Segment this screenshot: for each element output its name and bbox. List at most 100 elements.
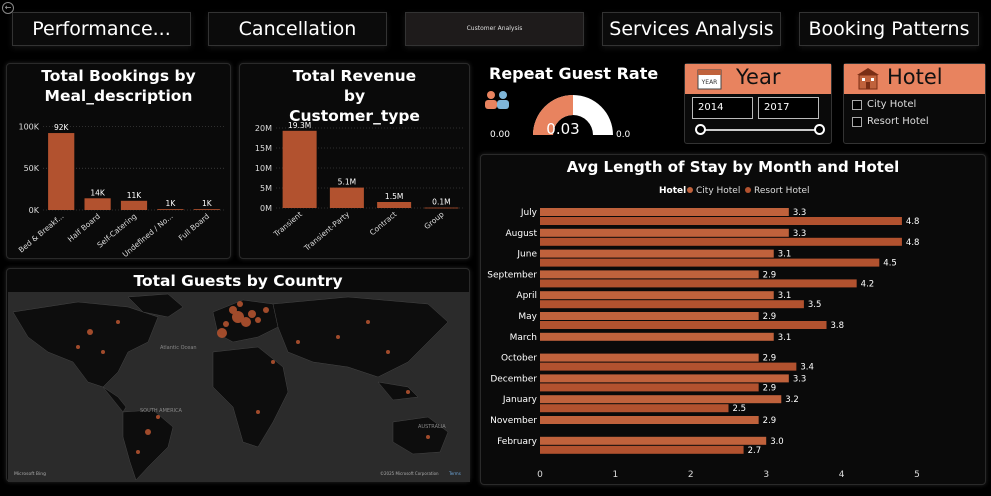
bar — [193, 209, 220, 210]
x-tick-label: 0 — [537, 470, 543, 480]
data-label: 3.1 — [778, 333, 792, 343]
y-tick-label: July — [520, 208, 538, 218]
y-tick-label: 20M — [255, 124, 272, 133]
asia-shape — [272, 296, 449, 378]
checkbox[interactable] — [852, 99, 862, 110]
data-label: 3.3 — [793, 208, 807, 218]
bar — [540, 395, 782, 404]
bar — [540, 208, 789, 216]
data-label: 3.2 — [785, 395, 799, 405]
y-tick-label: September — [487, 270, 537, 280]
year-from-input[interactable]: 2014 — [692, 97, 753, 119]
x-tick-label: Transient-Party — [302, 209, 352, 253]
bar — [84, 198, 111, 210]
hotel-option-label: City Hotel — [867, 99, 917, 110]
central-america-shape — [102, 386, 127, 413]
avg-stay-bar-chart: Hotel City Hotel Resort Hotel 0 1 2 3 4 5 July 3.3… — [487, 186, 920, 480]
data-label: 5.1M — [338, 178, 356, 187]
tab-services-analysis[interactable]: Services Analysis — [602, 12, 781, 46]
australia-shape — [392, 416, 449, 455]
y-tick-label: April — [516, 291, 537, 301]
bar — [540, 217, 902, 225]
data-label: 4.2 — [861, 279, 875, 289]
bar — [540, 237, 902, 246]
y-tick-label: 0K — [29, 206, 40, 215]
y-tick-label: 10M — [255, 164, 272, 173]
x-tick-label: 2 — [688, 470, 694, 480]
data-label: 1.5M — [385, 192, 403, 201]
data-label: 3.1 — [778, 250, 792, 260]
data-label: 3.0 — [770, 437, 784, 447]
data-label: 2.9 — [763, 416, 777, 426]
bar — [540, 279, 857, 288]
repeat-guest-gauge: 0.03 0.00 0.06 — [485, 91, 630, 140]
hotel-option-city[interactable]: City Hotel — [852, 99, 916, 110]
map-label-australia: AUSTRALIA — [418, 424, 446, 430]
bar — [540, 249, 774, 258]
hotel-option-label: Resort Hotel — [867, 116, 929, 127]
map-label-atlantic: Atlantic Ocean — [160, 345, 197, 351]
data-label: 19.3M — [288, 121, 311, 130]
bar — [540, 383, 759, 392]
x-tick-label: Group — [422, 209, 445, 231]
year-slicer-title: Year — [736, 65, 781, 89]
map-terms-link[interactable]: Terms — [448, 471, 461, 476]
legend-marker — [745, 187, 751, 193]
tab-customer-analysis[interactable]: Customer Analysis — [405, 12, 584, 46]
y-tick-label: August — [506, 229, 538, 239]
x-tick-label: 3 — [763, 470, 769, 480]
bar — [540, 258, 880, 267]
bar — [540, 436, 767, 445]
data-label: 3.3 — [793, 374, 807, 384]
revenue-bar-chart: 0M 5M 10M 15M 20M 19.3M Transient 5.1M Transient… — [255, 121, 465, 253]
data-label: 11K — [127, 191, 143, 200]
y-tick-label: 15M — [255, 144, 272, 153]
data-label: 1K — [202, 199, 213, 208]
data-label: 0.1M — [432, 198, 450, 207]
bar — [540, 445, 744, 454]
bar — [540, 374, 789, 383]
x-tick-label: Transient — [271, 210, 304, 240]
gauge-value: 0.03 — [546, 120, 579, 138]
hotel-icon — [857, 68, 879, 90]
legend-title: Hotel — [659, 186, 686, 196]
bar — [540, 404, 729, 413]
bar — [540, 416, 759, 424]
data-label: 3.8 — [831, 321, 845, 331]
bar — [540, 321, 827, 329]
checkbox[interactable] — [852, 116, 862, 127]
data-label: 4.8 — [906, 217, 920, 227]
map-copyright: ©2025 Microsoft Corporation — [380, 471, 439, 476]
y-tick-label: January — [502, 395, 538, 405]
y-tick-label: 50K — [24, 164, 40, 173]
repeat-guest-title: Repeat Guest Rate — [489, 64, 659, 83]
bar — [540, 228, 789, 237]
hotel-slicer: Hotel City Hotel Resort Hotel — [843, 63, 986, 144]
tab-booking-patterns[interactable]: Booking Patterns — [799, 12, 979, 46]
year-range-track — [701, 129, 819, 131]
bing-logo: Microsoft Bing — [14, 471, 46, 477]
country-map-panel: Total Guests by Country Atlantic Ocean S… — [6, 268, 470, 482]
bar — [540, 362, 797, 371]
y-tick-label: November — [490, 416, 537, 426]
hotel-option-resort[interactable]: Resort Hotel — [852, 116, 929, 127]
year-range-start-handle[interactable] — [695, 124, 706, 135]
bar — [157, 209, 184, 210]
year-to-input[interactable]: 2017 — [758, 97, 819, 119]
bar — [540, 312, 759, 320]
legend-label: City Hotel — [696, 186, 740, 196]
y-tick-label: May — [518, 312, 537, 322]
africa-shape — [212, 346, 289, 448]
x-tick-label: Full Board — [177, 211, 212, 242]
world-map[interactable]: Atlantic Ocean SOUTH AMERICA AUSTRALIA M… — [8, 292, 470, 482]
tab-performance[interactable]: Performance... — [12, 12, 191, 46]
year-slicer-header: YEAR Year — [685, 64, 831, 94]
year-range-end-handle[interactable] — [814, 124, 825, 135]
tab-cancellation[interactable]: Cancellation — [208, 12, 387, 46]
bar — [540, 291, 774, 300]
y-tick-label: June — [516, 250, 537, 260]
guests-icon — [485, 91, 509, 109]
data-label: 3.4 — [800, 363, 814, 373]
data-label: 4.8 — [906, 238, 920, 248]
y-tick-label: 100K — [18, 122, 39, 131]
